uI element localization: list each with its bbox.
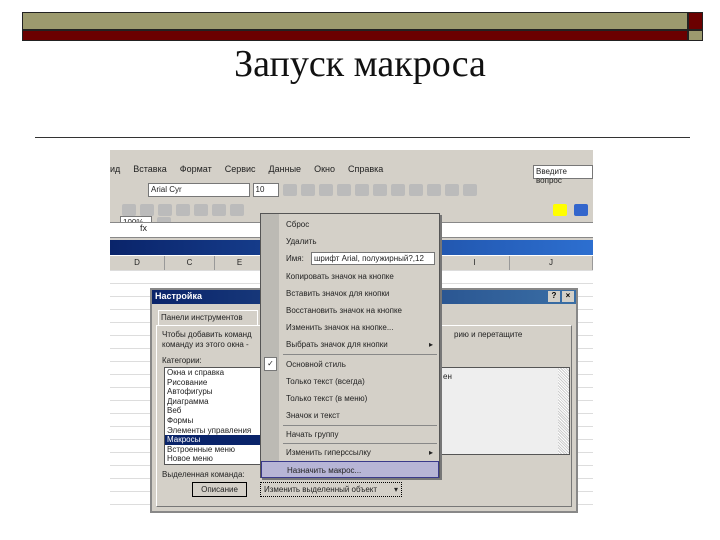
dropdown-arrow-icon: ▾ — [393, 485, 398, 494]
title-divider — [35, 137, 690, 138]
list-item[interactable]: Окна и справка — [165, 368, 261, 378]
align-right-icon[interactable] — [373, 184, 388, 196]
menu-item-delete[interactable]: Удалить — [261, 233, 439, 250]
preview-icon[interactable] — [140, 204, 154, 216]
italic-icon[interactable] — [301, 184, 316, 196]
currency-icon[interactable] — [409, 184, 424, 196]
context-menu: Сброс Удалить Имя: шрифт Arial, полужирны… — [260, 213, 440, 478]
selected-command-label: Выделенная команда: — [162, 470, 245, 479]
list-item[interactable]: Рисование — [165, 378, 261, 388]
excel-screenshot: ид Вставка Формат Сервис Данные Окно Спр… — [110, 150, 593, 515]
underline-icon[interactable] — [319, 184, 334, 196]
column-header[interactable]: C — [165, 256, 215, 270]
menu-item-edit-icon[interactable]: Изменить значок на кнопке... — [261, 319, 439, 336]
menu-item-text-only-always[interactable]: Только текст (всегда) — [261, 373, 439, 390]
column-header[interactable]: I — [440, 256, 510, 270]
question-input[interactable]: Введите вопрос — [533, 165, 593, 185]
menu-item-begin-group[interactable]: Начать группу — [261, 426, 439, 443]
menu-insert[interactable]: Вставка — [133, 164, 166, 178]
cut-icon[interactable] — [176, 204, 190, 216]
categories-label: Категории: — [162, 356, 202, 365]
menu-format[interactable]: Формат — [180, 164, 212, 178]
smiley-macro-icon[interactable] — [553, 204, 568, 216]
submenu-arrow-icon: ▸ — [428, 340, 433, 349]
checkmark-icon: ✓ — [264, 357, 277, 371]
bold-icon[interactable] — [283, 184, 298, 196]
column-header[interactable]: D — [110, 256, 165, 270]
menu-item-assign-macro[interactable]: Назначить макрос... — [261, 461, 439, 478]
menu-item-change-icon[interactable]: Выбрать значок для кнопки ▸ — [261, 336, 439, 353]
list-item[interactable]: Встроенные меню — [165, 445, 261, 455]
header-square-red — [688, 12, 703, 30]
thousands-icon[interactable] — [445, 184, 460, 196]
categories-list[interactable]: Окна и справка Рисование Автофигуры Диаг… — [164, 367, 262, 465]
format-painter-icon[interactable] — [230, 204, 244, 216]
menu-item-image-and-text[interactable]: Значок и текст — [261, 407, 439, 424]
indent-icon[interactable] — [463, 184, 478, 196]
tab-toolbars[interactable]: Панели инструментов — [158, 310, 258, 325]
scrollbar[interactable] — [558, 368, 569, 454]
submenu-arrow-icon: ▸ — [428, 448, 433, 457]
header-square-olive — [688, 30, 703, 41]
hyperlink-label: Изменить гиперссылку — [286, 448, 371, 457]
header-bar-red — [22, 30, 688, 41]
change-icon-label: Выбрать значок для кнопки — [286, 340, 388, 349]
list-item[interactable]: Веб — [165, 406, 261, 416]
instruction-line-1-end: рию и перетащите — [454, 330, 523, 339]
column-header[interactable]: E — [215, 256, 265, 270]
list-item[interactable]: Новое меню — [165, 454, 261, 464]
spelling-icon[interactable] — [158, 204, 172, 216]
menu-item-reset[interactable]: Сброс — [261, 216, 439, 233]
font-size-select[interactable]: 10 — [252, 183, 279, 197]
command-item[interactable]: ен — [443, 372, 452, 381]
list-item-selected[interactable]: Макросы — [165, 435, 261, 445]
menu-item-hyperlink[interactable]: Изменить гиперссылку ▸ — [261, 444, 439, 461]
help-button[interactable]: ? — [548, 291, 560, 302]
header-bar-olive — [22, 12, 688, 30]
copy-icon[interactable] — [194, 204, 208, 216]
modify-selection-label: Изменить выделенный объект — [264, 485, 378, 494]
paste-icon[interactable] — [212, 204, 226, 216]
menu-bar: ид Вставка Формат Сервис Данные Окно Спр… — [110, 158, 593, 178]
menu-data[interactable]: Данные — [269, 164, 302, 178]
list-item[interactable]: Формы — [165, 416, 261, 426]
drawing-icon[interactable] — [573, 204, 588, 216]
menu-item-paste-icon[interactable]: Вставить значок для кнопки — [261, 285, 439, 302]
instruction-line-1: Чтобы добавить команд — [162, 330, 252, 339]
modify-selection-button[interactable]: Изменить выделенный объект ▾ — [260, 482, 402, 497]
menu-tools[interactable]: Сервис — [225, 164, 256, 178]
align-center-icon[interactable] — [355, 184, 370, 196]
list-item[interactable]: Элементы управления — [165, 426, 261, 436]
name-input[interactable]: шрифт Arial, полужирный?,12 — [311, 252, 435, 265]
menu-item-text-only-menu[interactable]: Только текст (в меню) — [261, 390, 439, 407]
list-item[interactable]: Автофигуры — [165, 387, 261, 397]
column-header[interactable]: J — [510, 256, 593, 270]
menu-item-name: Имя: шрифт Arial, полужирный?,12 — [261, 250, 439, 267]
name-label: Имя: — [286, 254, 304, 263]
menu-help[interactable]: Справка — [348, 164, 383, 178]
menu-item-default-style[interactable]: ✓ Основной стиль — [261, 356, 439, 373]
print-icon[interactable] — [122, 204, 136, 216]
slide-title: Запуск макроса — [234, 43, 486, 85]
list-item[interactable]: Диаграмма — [165, 397, 261, 407]
commands-list[interactable]: ен — [440, 367, 570, 455]
description-button[interactable]: Описание — [192, 482, 247, 497]
menu-window[interactable]: Окно — [314, 164, 335, 178]
menu-item-reset-icon[interactable]: Восстановить значок на кнопке — [261, 302, 439, 319]
align-left-icon[interactable] — [337, 184, 352, 196]
fx-icon: fx — [140, 223, 148, 233]
menu-view[interactable]: ид — [110, 164, 120, 178]
close-button[interactable]: × — [562, 291, 574, 302]
menu-item-copy-icon[interactable]: Копировать значок на кнопке — [261, 268, 439, 285]
instruction-line-2: команду из этого окна - — [162, 340, 249, 349]
dialog-title: Настройка — [155, 291, 202, 301]
font-name-select[interactable]: Arial Cyr — [148, 183, 250, 197]
menu-separator — [283, 354, 437, 355]
merge-icon[interactable] — [391, 184, 406, 196]
formatting-toolbar: Arial Cyr 10 — [148, 183, 588, 201]
default-style-label: Основной стиль — [286, 360, 346, 369]
percent-icon[interactable] — [427, 184, 442, 196]
